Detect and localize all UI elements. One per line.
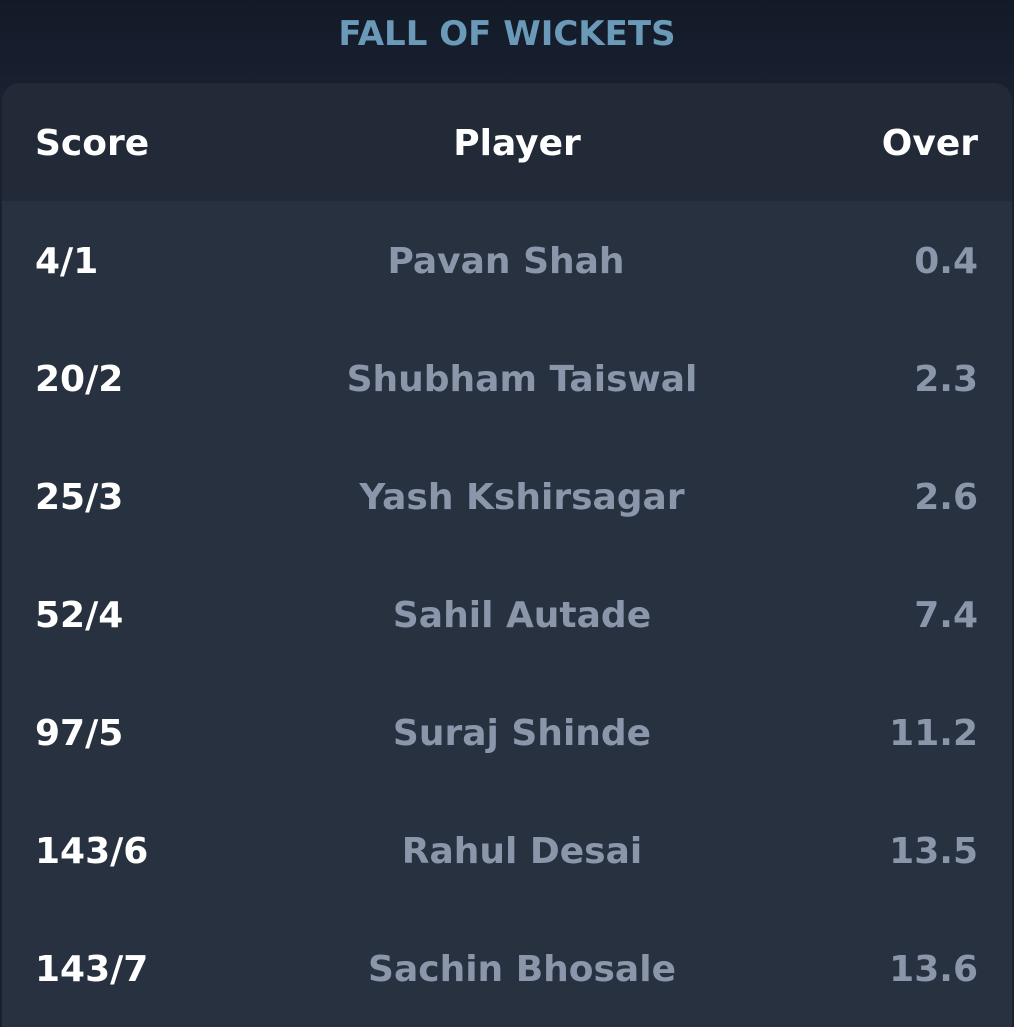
column-header-player: Player [453,123,581,164]
table-row: 143/7 Sachin Bhosale 13.6 [2,909,1012,1027]
table-row: 25/3 Yash Kshirsagar 2.6 [2,437,1012,555]
table-row: 97/5 Suraj Shinde 11.2 [2,673,1012,791]
over-cell: 11.2 [889,713,978,754]
player-cell: Sachin Bhosale [368,949,676,990]
table-row: 4/1 Pavan Shah 0.4 [2,201,1012,319]
column-header-over: Over [881,123,978,164]
table-header-row: Score Player Over [2,83,1012,201]
wickets-table: Score Player Over 4/1 Pavan Shah 0.4 20/… [2,83,1012,1027]
table-row: 20/2 Shubham Taiswal 2.3 [2,319,1012,437]
table-row: 52/4 Sahil Autade 7.4 [2,555,1012,673]
over-cell: 2.3 [914,359,978,400]
player-cell: Shubham Taiswal [346,359,698,400]
fall-of-wickets-page: FALL OF WICKETS Score Player Over 4/1 Pa… [0,0,1014,1027]
player-cell: Suraj Shinde [392,713,652,754]
player-cell: Yash Kshirsagar [359,477,685,518]
player-cell: Sahil Autade [392,595,652,636]
over-cell: 0.4 [914,241,978,282]
over-cell: 7.4 [914,595,978,636]
player-cell: Rahul Desai [401,831,643,872]
section-title: FALL OF WICKETS [338,14,676,54]
over-cell: 2.6 [914,477,978,518]
player-cell: Pavan Shah [387,241,625,282]
over-cell: 13.5 [889,831,978,872]
over-cell: 13.6 [889,949,978,990]
table-row: 143/6 Rahul Desai 13.5 [2,791,1012,909]
